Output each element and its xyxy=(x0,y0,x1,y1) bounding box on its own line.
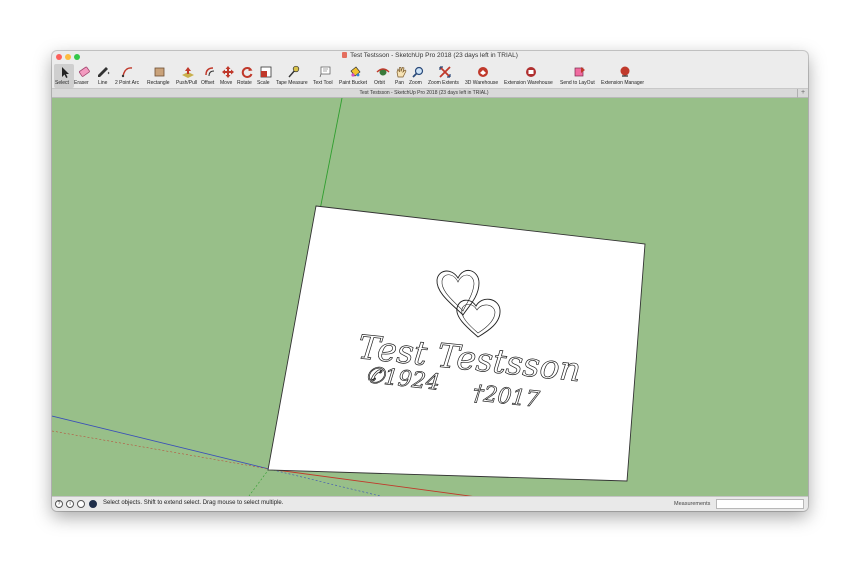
tool-paint-bucket[interactable]: Paint Bucket xyxy=(339,64,373,88)
push-pull-icon xyxy=(182,67,194,78)
document-tab[interactable]: Test Testsson - SketchUp Pro 2018 (23 da… xyxy=(52,90,796,96)
rotate-icon xyxy=(241,67,253,78)
tool-2-point-arc[interactable]: 2 Point Arc xyxy=(115,64,147,88)
new-tab-plus-icon[interactable]: + xyxy=(797,89,808,98)
tool-extension-manager[interactable]: Extension Manager xyxy=(601,64,649,88)
status-bar: ? i Select objects. Shift to extend sele… xyxy=(52,496,808,511)
magnifier-icon xyxy=(412,66,424,78)
tool-rotate[interactable]: Rotate xyxy=(237,64,257,88)
tool-scale[interactable]: Scale xyxy=(257,64,275,88)
window-title: Test Testsson - SketchUp Pro 2018 (23 da… xyxy=(350,52,518,59)
green-axis-negative xyxy=(248,468,270,496)
tool-send-to-layout[interactable]: Send to LayOut xyxy=(560,64,600,88)
paint-bucket-icon xyxy=(350,66,361,77)
tool-extension-warehouse[interactable]: Extension Warehouse xyxy=(504,64,559,88)
red-axis-negative xyxy=(52,430,270,470)
extension-manager-icon xyxy=(620,66,630,77)
zoom-extents-icon xyxy=(439,66,451,78)
user-account-icon[interactable] xyxy=(77,500,85,508)
tool-pan[interactable]: Pan xyxy=(393,64,409,88)
info-icon[interactable]: i xyxy=(66,500,74,508)
extension-warehouse-icon xyxy=(526,67,536,77)
tool-zoom-extents[interactable]: Zoom Extents xyxy=(428,64,464,88)
tool-offset[interactable]: Offset xyxy=(201,64,219,88)
document-icon xyxy=(342,52,348,58)
eraser-icon xyxy=(78,66,90,77)
document-tab-bar: Test Testsson - SketchUp Pro 2018 (23 da… xyxy=(52,89,808,98)
tool-3d-warehouse[interactable]: 3D Warehouse xyxy=(465,64,503,88)
tool-rectangle[interactable]: Rectangle xyxy=(147,64,177,88)
move-arrows-icon xyxy=(222,66,234,78)
text-tool-icon xyxy=(319,66,331,78)
blue-axis xyxy=(52,415,270,470)
measurements-input[interactable] xyxy=(716,499,804,509)
tape-measure-icon xyxy=(288,65,300,78)
tool-text[interactable]: Text Tool xyxy=(313,64,338,88)
rectangle-icon xyxy=(154,67,165,77)
tool-zoom[interactable]: Zoom xyxy=(409,64,427,88)
pencil-icon xyxy=(98,67,110,77)
tool-push-pull[interactable]: Push/Pull xyxy=(176,64,201,88)
status-message: Select objects. Shift to extend select. … xyxy=(103,500,284,506)
orbit-icon xyxy=(376,68,390,76)
tool-line[interactable]: Line xyxy=(96,64,114,88)
scene-canvas[interactable]: Test Testsson ✆1924 †2017 xyxy=(52,98,808,496)
offset-icon xyxy=(205,67,215,77)
tool-select[interactable]: Select xyxy=(54,64,74,88)
tool-orbit[interactable]: Orbit xyxy=(374,64,392,88)
title-bar: Test Testsson - SketchUp Pro 2018 (23 da… xyxy=(52,51,808,63)
measurements-label: Measurements xyxy=(674,501,711,507)
pan-hand-icon xyxy=(396,67,407,78)
large-tool-set-toolbar: Select Eraser Line 2 Point Arc Rectangle… xyxy=(52,63,808,89)
instructor-icon[interactable] xyxy=(89,500,97,508)
sketchup-window: Test Testsson - SketchUp Pro 2018 (23 da… xyxy=(52,51,808,511)
layout-icon xyxy=(574,67,585,77)
arc-icon xyxy=(121,67,133,78)
arrow-cursor-icon xyxy=(62,67,69,78)
geolocation-icon[interactable]: ? xyxy=(55,500,63,508)
warehouse-icon xyxy=(478,67,488,77)
modeling-viewport[interactable]: Test Testsson ✆1924 †2017 xyxy=(52,98,808,496)
tool-eraser[interactable]: Eraser xyxy=(74,64,94,88)
tool-move[interactable]: Move xyxy=(220,64,237,88)
tool-tape-measure[interactable]: Tape Measure xyxy=(276,64,312,88)
scale-icon xyxy=(260,66,272,78)
